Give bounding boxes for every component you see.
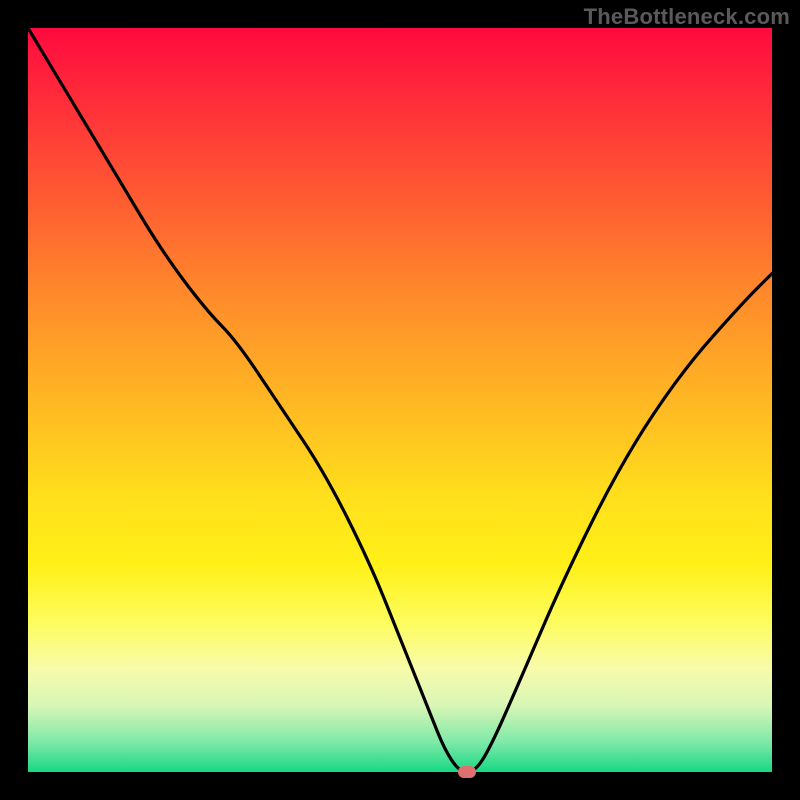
curve-path bbox=[28, 28, 772, 772]
bottleneck-curve bbox=[28, 28, 772, 772]
chart-frame: TheBottleneck.com bbox=[0, 0, 800, 800]
watermark-label: TheBottleneck.com bbox=[584, 4, 790, 30]
optimal-point-marker bbox=[458, 766, 476, 778]
plot-area bbox=[28, 28, 772, 772]
